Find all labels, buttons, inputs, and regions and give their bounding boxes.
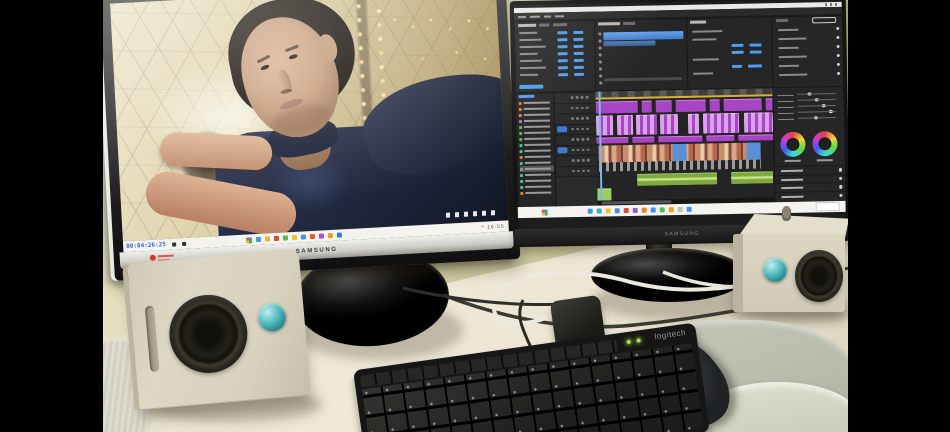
source-panel — [594, 18, 689, 92]
eye — [260, 64, 270, 71]
eyebrow — [257, 55, 271, 64]
left-monitor: 00:04:26:25 ^ 16:55 SAMSUNG — [103, 0, 520, 281]
properties-panel — [686, 16, 774, 90]
eye — [288, 53, 298, 59]
nostril — [280, 88, 293, 95]
source-clip-bar — [603, 40, 655, 46]
track-headers — [553, 92, 599, 209]
effect-controls-panel — [514, 20, 597, 94]
speaker-side — [733, 234, 743, 312]
eyebrow — [285, 44, 299, 52]
video-clip-blue — [746, 142, 760, 159]
caps-lock-led — [636, 338, 641, 343]
right-monitor-screen — [514, 0, 846, 229]
taskbar-icons — [584, 207, 692, 214]
monitor-joystick — [783, 206, 790, 218]
tab-pill — [812, 17, 836, 23]
essential-panel — [771, 15, 845, 88]
audio-track — [597, 171, 774, 186]
color-wheel-midtones — [780, 132, 805, 157]
timeline — [595, 88, 774, 205]
logitech-logo: logitech — [654, 328, 687, 341]
left-monitor-screen — [110, 0, 508, 241]
window-controls — [825, 3, 839, 6]
player-timecode: 00:04:26:25 — [126, 241, 166, 250]
speaker-driver — [166, 292, 251, 377]
samsung-logo: SAMSUNG — [665, 231, 700, 238]
lumetri-sliders — [773, 91, 845, 122]
speaker-driver — [795, 250, 843, 302]
speaker-front — [733, 234, 845, 312]
video-clip-blue — [672, 144, 686, 161]
bass-port — [145, 306, 160, 373]
selected-item — [519, 85, 543, 89]
source-clip-bar — [603, 31, 683, 41]
system-tray: ^ 16:55 — [481, 223, 505, 230]
project-bin-list — [517, 99, 557, 196]
system-tray-clock — [816, 202, 840, 211]
active-tab-underline — [518, 95, 534, 98]
windows-start-icon — [542, 209, 548, 215]
left-speaker — [127, 249, 311, 409]
lumetri-color-panel — [772, 87, 846, 202]
finger — [159, 131, 273, 171]
project-panel — [515, 92, 557, 209]
player-play-button — [182, 241, 186, 245]
volume-knob — [763, 258, 787, 282]
track-header-rows — [554, 93, 598, 178]
right-monitor: SAMSUNG — [510, 0, 848, 247]
samsung-logo: SAMSUNG — [296, 246, 338, 254]
video-track-audio-strip — [599, 159, 761, 171]
h-scrollbar — [604, 77, 682, 81]
player-stop-button — [172, 242, 176, 246]
graphics-track-1 — [596, 98, 773, 113]
desk-photo: 00:04:26:25 ^ 16:55 SAMSUNG — [103, 0, 848, 432]
color-wheel-highlights — [812, 131, 837, 156]
graphics-track-2 — [596, 112, 773, 135]
lumetri-sections — [775, 165, 846, 200]
volume-knob — [257, 302, 287, 332]
right-speaker — [733, 214, 848, 312]
num-lock-led — [626, 340, 631, 345]
letterboxed-photo: 00:04:26:25 ^ 16:55 SAMSUNG — [0, 0, 950, 432]
